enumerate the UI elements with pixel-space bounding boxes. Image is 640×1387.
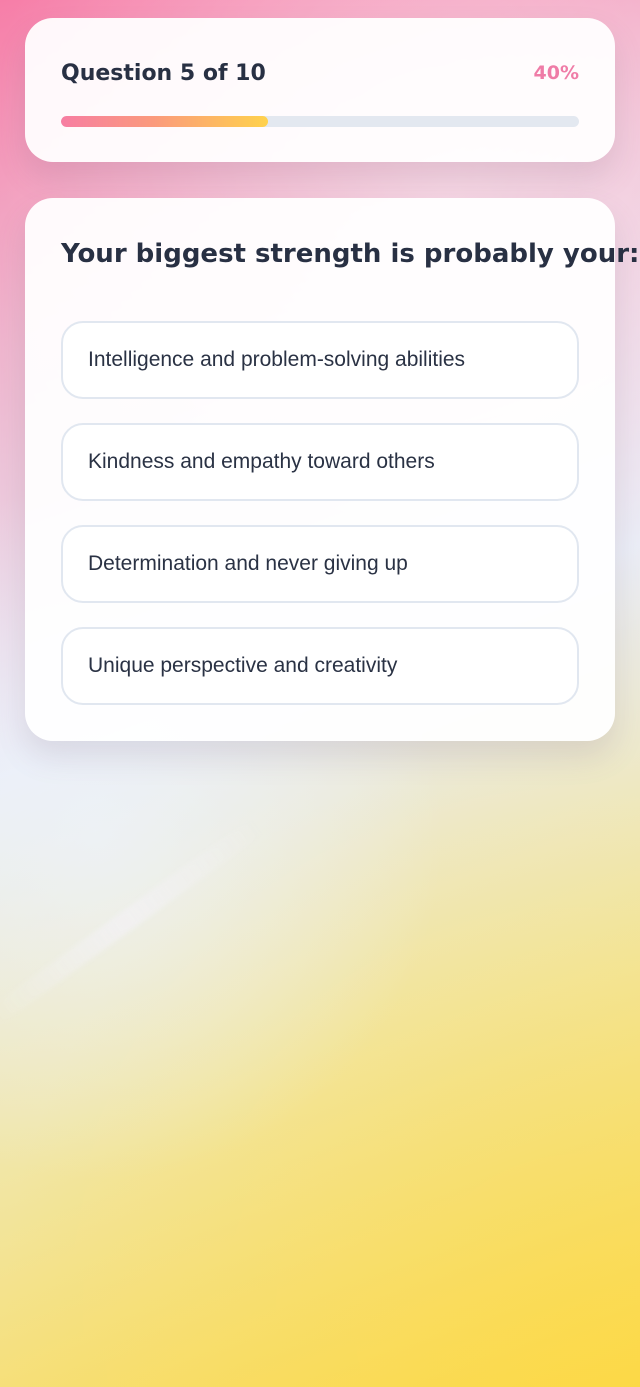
question-title: Your biggest strength is probably your: — [61, 239, 640, 269]
progress-fill — [61, 116, 269, 127]
answer-options: Intelligence and problem-solving abiliti… — [61, 321, 579, 705]
answer-option-determination[interactable]: Determination and never giving up — [61, 525, 579, 603]
answer-option-kindness[interactable]: Kindness and empathy toward others — [61, 423, 579, 501]
question-card: Your biggest strength is probably your: … — [25, 198, 640, 741]
progress-percent: 40% — [533, 62, 579, 84]
progress-header: Question 5 of 10 40% — [61, 58, 579, 88]
progress-card: Question 5 of 10 40% — [25, 18, 615, 162]
answer-option-creativity[interactable]: Unique perspective and creativity — [61, 627, 579, 705]
answer-option-intelligence[interactable]: Intelligence and problem-solving abiliti… — [61, 321, 579, 399]
progress-bar — [61, 116, 579, 127]
decorative-streak — [0, 816, 265, 1028]
question-counter: Question 5 of 10 — [61, 60, 266, 86]
